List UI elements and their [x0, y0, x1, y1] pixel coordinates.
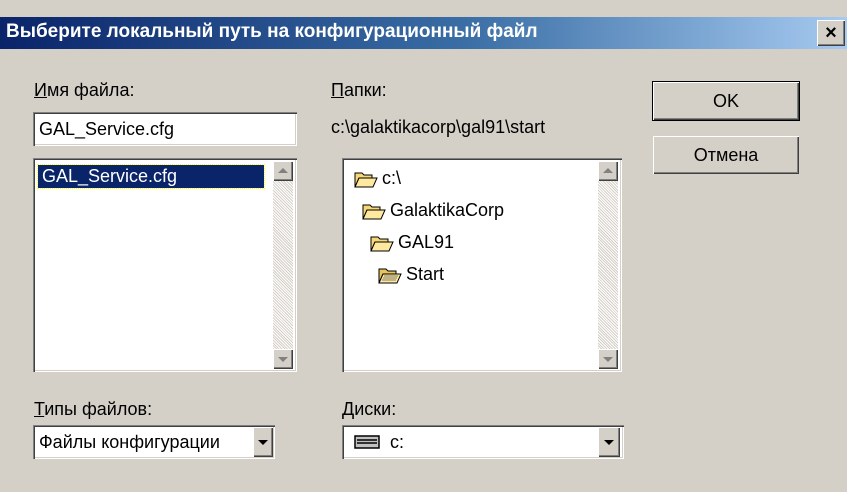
folder-item-label: c:\: [382, 168, 402, 188]
drives-select[interactable]: c:: [342, 425, 624, 459]
filename-label: Имя файла:: [34, 80, 134, 101]
drives-selected: c:: [390, 432, 405, 452]
scroll-up-button[interactable]: [273, 161, 293, 181]
folder-list[interactable]: c:\ GalaktikaCorp GAL91 Start: [342, 158, 622, 372]
file-list[interactable]: GAL_Service.cfg: [33, 158, 297, 372]
drives-label-access-key: Д: [342, 399, 355, 419]
close-button[interactable]: ×: [817, 20, 845, 46]
file-list-item-label: GAL_Service.cfg: [42, 166, 178, 186]
file-types-label: Типы файлов:: [34, 399, 152, 420]
scroll-up-button[interactable]: [598, 161, 618, 181]
chevron-down-icon: [604, 440, 614, 445]
file-types-label-access-key: Т: [34, 399, 45, 419]
arrow-up-icon: [278, 168, 288, 173]
file-list-scrollbar[interactable]: [273, 161, 293, 369]
drives-label: Диски:: [342, 399, 396, 420]
current-path: c:\galaktikacorp\gal91\start: [331, 117, 546, 137]
file-types-select[interactable]: Файлы конфигурации: [33, 425, 275, 459]
file-types-selected: Файлы конфигурации: [39, 432, 220, 452]
drives-label-text: иски:: [354, 399, 397, 419]
folder-item[interactable]: GAL91: [370, 232, 454, 253]
folder-list-scrollbar[interactable]: [598, 161, 618, 369]
ok-button[interactable]: OK: [652, 81, 800, 121]
open-folder-icon: [378, 268, 402, 283]
drives-dropdown-button[interactable]: [598, 427, 620, 457]
filename-label-text: мя файла:: [46, 80, 135, 100]
file-types-label-text: ипы файлов:: [44, 399, 153, 419]
arrow-up-icon: [603, 168, 613, 173]
arrow-down-icon: [603, 357, 613, 362]
folder-item-label: Start: [406, 264, 445, 284]
open-folder-icon: [354, 172, 378, 187]
scroll-down-button[interactable]: [598, 349, 618, 369]
filename-input-value: GAL_Service.cfg: [39, 119, 175, 139]
cancel-button[interactable]: Отмена: [653, 136, 799, 174]
open-folder-icon: [362, 204, 386, 219]
filename-input[interactable]: GAL_Service.cfg: [33, 112, 297, 146]
folder-item-current[interactable]: Start: [378, 264, 444, 285]
folders-label: Папки:: [331, 80, 387, 101]
open-folder-icon: [370, 236, 394, 251]
arrow-down-icon: [278, 357, 288, 362]
folders-label-text: апки:: [343, 80, 387, 100]
folder-item-label: GalaktikaCorp: [390, 200, 505, 220]
scroll-down-button[interactable]: [273, 349, 293, 369]
folder-item[interactable]: c:\: [354, 168, 401, 189]
file-list-item-selected[interactable]: GAL_Service.cfg: [37, 164, 265, 189]
title-bar[interactable]: Выберите локальный путь на конфигурацион…: [0, 17, 847, 49]
filename-label-access-key: И: [34, 80, 47, 100]
file-open-dialog: Выберите локальный путь на конфигурацион…: [0, 0, 847, 492]
folder-item[interactable]: GalaktikaCorp: [362, 200, 504, 221]
file-types-dropdown-button[interactable]: [253, 427, 273, 457]
window-title: Выберите локальный путь на конфигурацион…: [6, 21, 538, 42]
folder-item-label: GAL91: [398, 232, 455, 252]
chevron-down-icon: [258, 440, 268, 445]
drive-icon: [354, 435, 380, 449]
folders-label-access-key: П: [331, 80, 344, 100]
